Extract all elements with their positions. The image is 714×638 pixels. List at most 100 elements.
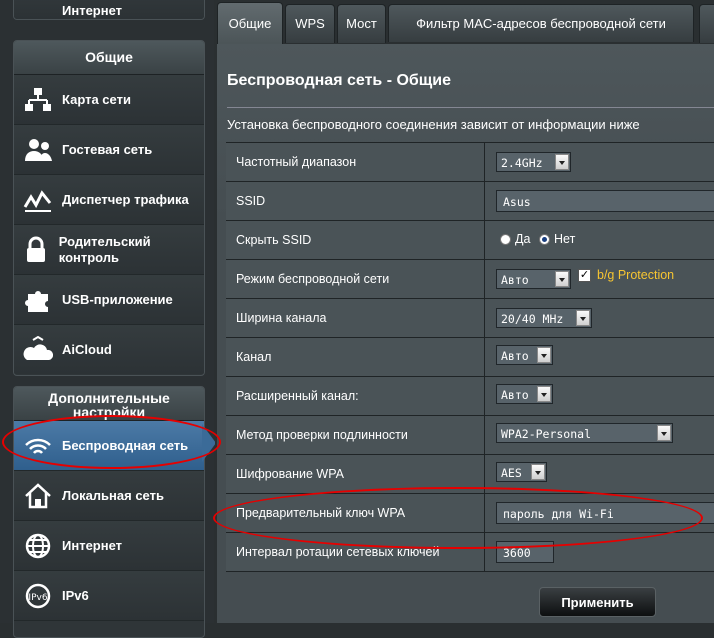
key-rotation-label: Интервал ротации сетевых ключей	[226, 533, 485, 571]
sidebar-item-aicloud[interactable]: AiCloud	[14, 325, 204, 374]
page-description: Установка беспроводного соединения завис…	[227, 117, 640, 132]
sidebar-advanced-header: Дополнительные настройки	[14, 387, 204, 421]
table-row: Режим беспроводной сети Авто ✓ b/g Prote…	[226, 260, 714, 299]
band-value: 2.4GHz	[501, 156, 543, 170]
hide-ssid-label: Скрыть SSID	[226, 221, 485, 259]
key-rotation-input[interactable]: 3600	[496, 541, 554, 563]
traffic-manager-icon	[14, 187, 62, 213]
sidebar-general-group: Общие Карта сети Гостевая сеть Диспетчер…	[13, 40, 205, 376]
sidebar-item-ipv6[interactable]: IPv6 IPv6	[14, 571, 204, 621]
wireless-mode-value: Авто	[501, 273, 529, 287]
bg-protection-checkbox[interactable]: ✓	[578, 269, 591, 282]
wpa-encryption-value: AES	[501, 466, 522, 480]
table-row: Частотный диапазон 2.4GHz	[226, 143, 714, 182]
channel-value: Авто	[501, 349, 529, 363]
sidebar-item-label: IPv6	[62, 587, 89, 603]
radio-button	[500, 233, 511, 245]
parental-control-icon	[14, 236, 59, 264]
table-row: Скрыть SSID Да Нет	[226, 221, 714, 260]
sidebar-advanced-group: Дополнительные настройки Беспроводная се…	[13, 386, 205, 638]
table-row: Ширина канала 20/40 MHz	[226, 299, 714, 338]
sidebar-item-label: Беспроводная сеть	[62, 437, 189, 453]
table-row: Канал Авто	[226, 338, 714, 377]
sidebar-item-guest-network[interactable]: Гостевая сеть	[14, 125, 204, 175]
wpa-key-label: Предварительный ключ WPA	[226, 494, 485, 532]
tab-general[interactable]: Общие	[217, 2, 283, 45]
tab-bridge[interactable]: Мост	[337, 4, 386, 43]
wireless-mode-select[interactable]: Авто	[496, 269, 571, 289]
chevron-down-icon	[537, 386, 551, 402]
sidebar-item-wireless[interactable]: Беспроводная сеть	[14, 421, 204, 471]
aicloud-icon	[14, 335, 62, 364]
tab-mac-filter[interactable]: Фильтр MAC-адресов беспроводной сети	[388, 4, 694, 42]
table-row: Интервал ротации сетевых ключей 3600	[226, 533, 714, 572]
globe-icon	[14, 532, 62, 560]
ssid-input[interactable]: Asus	[496, 190, 714, 212]
sidebar: Интернет Общие Карта сети Гостевая сеть …	[0, 0, 216, 638]
ssid-label: SSID	[226, 182, 485, 220]
sidebar-general-header: Общие	[14, 41, 204, 75]
chevron-down-icon	[657, 425, 671, 441]
auth-method-value: WPA2-Personal	[501, 427, 592, 441]
page-title: Беспроводная сеть - Общие	[227, 72, 452, 89]
chevron-down-icon	[531, 464, 545, 480]
chevron-down-icon	[555, 271, 569, 287]
sidebar-item-label: Гостевая сеть	[62, 141, 153, 157]
table-row: Расширенный канал: Авто	[226, 377, 714, 416]
table-row: Предварительный ключ WPA пароль для Wi-F…	[226, 494, 714, 533]
tab-wps[interactable]: WPS	[285, 4, 335, 43]
sidebar-item-label: Интернет	[62, 3, 123, 18]
sidebar-item-parental-control[interactable]: Родительский контроль	[14, 225, 204, 275]
apply-button[interactable]: Применить	[539, 587, 656, 617]
tab-bar: Общие WPS Мост Фильтр MAC-адресов беспро…	[215, 0, 714, 45]
globe-icon	[14, 0, 62, 12]
sidebar-item-usb-app[interactable]: USB-приложение	[14, 275, 204, 325]
settings-table: Частотный диапазон 2.4GHz SSID Asus Скры…	[226, 142, 714, 572]
sidebar-item-label: Диспетчер трафика	[62, 191, 189, 207]
auth-method-label: Метод проверки подлинности	[226, 416, 485, 454]
sidebar-item-label: Родительский контроль	[58, 233, 151, 265]
bg-protection-label: b/g Protection	[597, 268, 675, 282]
channel-width-value: 20/40 MHz	[501, 312, 564, 326]
sidebar-item-label: USB-приложение	[62, 291, 173, 307]
chevron-down-icon	[537, 347, 551, 363]
network-map-icon	[14, 87, 62, 113]
sidebar-item-label: AiCloud	[62, 341, 112, 357]
wireless-mode-label: Режим беспроводной сети	[226, 260, 485, 298]
wpa-key-input[interactable]: пароль для Wi-Fi	[496, 502, 714, 524]
band-label: Частотный диапазон	[226, 143, 485, 181]
radio-button-selected	[539, 233, 550, 245]
wpa-encryption-label: Шифрование WPA	[226, 455, 485, 493]
sidebar-item-network-map[interactable]: Карта сети	[14, 75, 204, 125]
usb-app-icon	[14, 286, 62, 314]
channel-select[interactable]: Авто	[496, 345, 553, 365]
hide-ssid-yes-radio[interactable]: Да	[500, 232, 530, 246]
table-row: Шифрование WPA AES	[226, 455, 714, 494]
divider	[227, 107, 714, 108]
radio-label: Да	[515, 232, 531, 246]
wireless-icon	[14, 433, 62, 459]
sidebar-item-label: Локальная сеть	[62, 487, 164, 503]
channel-width-select[interactable]: 20/40 MHz	[496, 308, 592, 328]
band-select[interactable]: 2.4GHz	[496, 152, 571, 172]
svg-text:IPv6: IPv6	[28, 593, 47, 603]
hide-ssid-no-radio[interactable]: Нет	[539, 232, 575, 246]
chevron-down-icon	[576, 310, 590, 326]
tab-more[interactable]	[699, 4, 714, 43]
active-indicator-arrow	[202, 424, 216, 462]
ext-channel-value: Авто	[501, 388, 529, 402]
sidebar-item-internet-top[interactable]: Интернет	[14, 0, 204, 19]
sidebar-item-lan[interactable]: Локальная сеть	[14, 471, 204, 521]
sidebar-item-internet[interactable]: Интернет	[14, 521, 204, 571]
ipv6-icon: IPv6	[14, 582, 62, 610]
home-lan-icon	[14, 482, 62, 510]
settings-panel: Беспроводная сеть - Общие Установка бесп…	[217, 44, 714, 623]
auth-method-select[interactable]: WPA2-Personal	[496, 423, 673, 443]
radio-label: Нет	[554, 232, 576, 246]
sidebar-item-traffic-manager[interactable]: Диспетчер трафика	[14, 175, 204, 225]
channel-label: Канал	[226, 338, 485, 376]
sidebar-top-group: Интернет	[13, 0, 205, 20]
table-row: SSID Asus	[226, 182, 714, 221]
wpa-encryption-select[interactable]: AES	[496, 462, 547, 482]
ext-channel-select[interactable]: Авто	[496, 384, 553, 404]
